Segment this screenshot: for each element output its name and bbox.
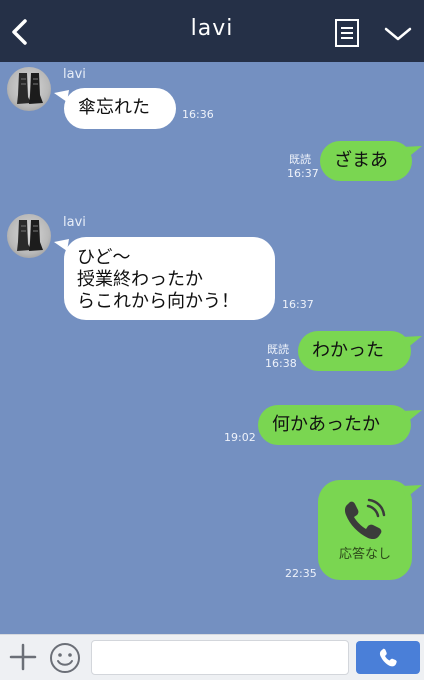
- message-list[interactable]: lavi 傘忘れた 16:36 既読 16:37 ざまあ lavi ひど〜 授業…: [0, 62, 424, 634]
- bubble-tail: [402, 336, 422, 349]
- message-time: 19:02: [224, 431, 256, 444]
- phone-ringing-icon: [344, 498, 386, 540]
- message-text: ざまあ: [334, 150, 388, 171]
- message-time: 16:38: [265, 357, 297, 370]
- message-bubble[interactable]: 何かあったか: [258, 405, 411, 445]
- message-text-line: ひど〜: [77, 247, 131, 268]
- smiley-icon: [50, 643, 80, 673]
- sender-name: lavi: [63, 67, 86, 82]
- message-text: わかった: [312, 340, 384, 361]
- plus-icon: [9, 643, 37, 671]
- bubble-tail: [402, 485, 422, 498]
- message-text: 何かあったか: [272, 414, 380, 435]
- call-status: 応答なし: [338, 547, 391, 562]
- boots-avatar-image: [17, 73, 43, 104]
- bubble-tail: [402, 410, 422, 423]
- chevron-down-icon: [384, 27, 412, 41]
- boots-avatar-image: [17, 220, 43, 251]
- message-bubble[interactable]: ひど〜 授業終わったか らこれから向かう！: [64, 237, 275, 320]
- message-text: 傘忘れた: [78, 97, 150, 118]
- message-input[interactable]: [91, 640, 349, 675]
- dropdown-button[interactable]: [383, 22, 413, 46]
- message-text-line: らこれから向かう！: [77, 291, 239, 312]
- message-time: 22:35: [285, 567, 317, 580]
- note-button[interactable]: [334, 18, 360, 48]
- add-button[interactable]: [9, 643, 37, 671]
- sender-name: lavi: [63, 215, 86, 230]
- bubble-tail: [402, 146, 422, 159]
- avatar[interactable]: [7, 67, 51, 111]
- call-button[interactable]: [356, 641, 420, 674]
- read-receipt: 既読: [289, 153, 311, 166]
- read-receipt: 既読: [267, 343, 289, 356]
- chat-title: lavi: [190, 16, 234, 41]
- emoji-button[interactable]: [49, 642, 81, 674]
- input-bar: [0, 634, 424, 680]
- message-text-line: 授業終わったか: [77, 269, 203, 290]
- note-icon: [335, 19, 359, 47]
- phone-icon: [379, 648, 397, 667]
- message-time: 16:37: [282, 298, 314, 311]
- message-time: 16:37: [287, 167, 319, 180]
- back-button[interactable]: [4, 12, 38, 52]
- message-bubble[interactable]: 傘忘れた: [64, 88, 176, 129]
- avatar[interactable]: [7, 214, 51, 258]
- message-time: 16:36: [182, 108, 214, 121]
- chat-header: lavi: [0, 0, 424, 62]
- message-bubble[interactable]: わかった: [298, 331, 411, 371]
- call-bubble[interactable]: 応答なし: [318, 480, 412, 580]
- chevron-left-icon: [12, 19, 27, 45]
- message-bubble[interactable]: ざまあ: [320, 141, 412, 181]
